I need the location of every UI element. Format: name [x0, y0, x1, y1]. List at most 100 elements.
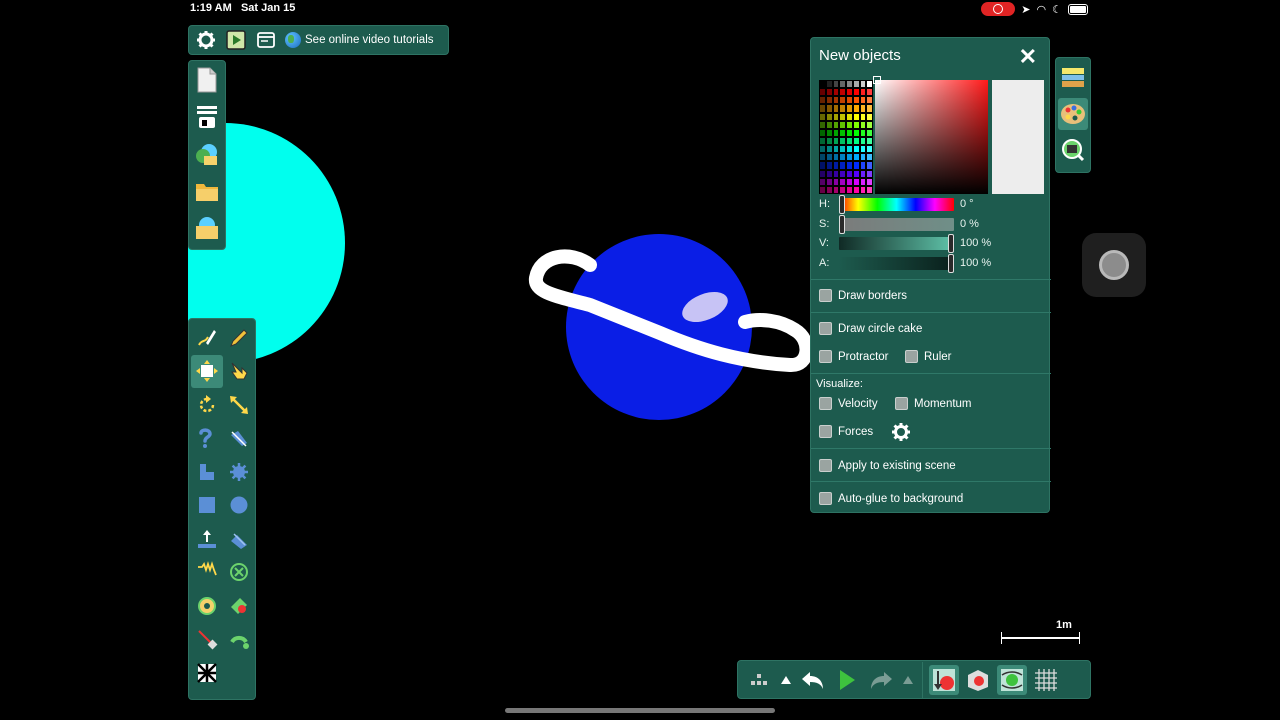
- color-swatch[interactable]: [859, 128, 867, 137]
- forces-checkbox[interactable]: [819, 425, 832, 438]
- color-swatch[interactable]: [839, 128, 846, 137]
- brush-tool-icon[interactable]: [223, 522, 255, 556]
- color-swatch[interactable]: [819, 136, 826, 146]
- color-swatch[interactable]: [846, 88, 853, 97]
- draw-circle-cake-checkbox[interactable]: [819, 322, 832, 335]
- color-swatch[interactable]: [832, 80, 840, 89]
- color-swatch[interactable]: [839, 112, 846, 121]
- pencil-tool-icon[interactable]: [223, 321, 255, 355]
- fixate-tool-icon[interactable]: [223, 556, 255, 590]
- value-slider[interactable]: [839, 233, 954, 253]
- color-swatch[interactable]: [859, 177, 867, 186]
- play-scene-icon[interactable]: [225, 29, 247, 51]
- color-swatch[interactable]: [846, 120, 853, 129]
- apply-existing-checkbox[interactable]: [819, 459, 832, 472]
- box-tool-icon[interactable]: [191, 489, 223, 523]
- color-swatch[interactable]: [846, 128, 853, 137]
- color-swatch[interactable]: [846, 161, 853, 170]
- color-swatch[interactable]: [846, 185, 853, 194]
- redo-icon[interactable]: [866, 665, 896, 695]
- circle-tool-icon[interactable]: [223, 489, 255, 523]
- color-swatch[interactable]: [825, 80, 833, 89]
- color-swatch[interactable]: [852, 169, 860, 178]
- color-swatch[interactable]: [852, 145, 860, 154]
- close-icon[interactable]: ✕: [1019, 44, 1037, 70]
- protractor-label[interactable]: Protractor: [838, 351, 889, 363]
- color-swatch[interactable]: [866, 104, 873, 113]
- color-swatch[interactable]: [859, 153, 867, 162]
- ruler-label[interactable]: Ruler: [924, 351, 951, 363]
- plane-tool-icon[interactable]: [191, 522, 223, 556]
- color-swatch[interactable]: [819, 185, 826, 194]
- color-swatch[interactable]: [866, 169, 873, 178]
- gravity-icon[interactable]: [929, 664, 959, 695]
- gear-tool-icon[interactable]: [223, 455, 255, 489]
- saturation-slider[interactable]: [839, 214, 954, 234]
- color-swatch-grid[interactable]: [819, 80, 873, 194]
- grid-icon[interactable]: [1031, 665, 1061, 695]
- auto-glue-checkbox[interactable]: [819, 492, 832, 505]
- color-swatch[interactable]: [825, 185, 833, 194]
- color-swatch[interactable]: [825, 145, 833, 154]
- value-thumb[interactable]: [948, 233, 954, 253]
- color-swatch[interactable]: [839, 80, 846, 89]
- screen-recording-icon[interactable]: [981, 2, 1016, 16]
- color-swatch[interactable]: [819, 177, 826, 186]
- color-swatch[interactable]: [866, 120, 873, 129]
- momentum-checkbox[interactable]: [895, 397, 908, 410]
- color-swatch[interactable]: [825, 177, 833, 186]
- color-swatch[interactable]: [846, 80, 853, 89]
- grid-dots-icon[interactable]: [744, 665, 774, 695]
- color-swatch[interactable]: [832, 145, 840, 154]
- undo-icon[interactable]: [798, 665, 828, 695]
- hue-thumb[interactable]: [839, 194, 845, 214]
- scale-tool-icon[interactable]: [223, 388, 255, 422]
- color-swatch[interactable]: [825, 169, 833, 178]
- open-folder-icon[interactable]: [192, 176, 222, 206]
- color-swatch[interactable]: [832, 104, 840, 113]
- color-swatch[interactable]: [819, 153, 826, 162]
- spring-tool-icon[interactable]: [191, 556, 223, 590]
- draw-borders-checkbox[interactable]: [819, 289, 832, 302]
- color-swatch[interactable]: [859, 185, 867, 194]
- color-swatch[interactable]: [825, 104, 833, 113]
- color-swatch[interactable]: [832, 153, 840, 162]
- color-swatch[interactable]: [859, 104, 867, 113]
- color-swatch[interactable]: [832, 169, 840, 178]
- color-swatch[interactable]: [859, 161, 867, 170]
- color-swatch[interactable]: [846, 169, 853, 178]
- color-swatch[interactable]: [866, 128, 873, 137]
- rotate-tool-icon[interactable]: [191, 388, 223, 422]
- ruler-checkbox[interactable]: [905, 350, 918, 363]
- color-swatch[interactable]: [839, 169, 846, 178]
- color-swatch[interactable]: [859, 88, 867, 97]
- color-swatch[interactable]: [846, 112, 853, 121]
- home-indicator[interactable]: [505, 708, 775, 713]
- hue-slider[interactable]: [839, 194, 954, 214]
- color-swatch[interactable]: [866, 145, 873, 154]
- color-swatch[interactable]: [866, 80, 873, 89]
- saturation-value-picker[interactable]: [873, 76, 988, 194]
- color-swatch[interactable]: [839, 104, 846, 113]
- move-tool-icon[interactable]: [191, 354, 223, 388]
- color-swatch[interactable]: [819, 169, 826, 178]
- color-swatch[interactable]: [866, 136, 873, 146]
- laser-tool-icon[interactable]: [191, 623, 223, 657]
- color-swatch[interactable]: [839, 161, 846, 170]
- hinge-tool-icon[interactable]: [191, 589, 223, 623]
- color-swatch[interactable]: [819, 120, 826, 129]
- color-swatch[interactable]: [825, 88, 833, 97]
- video-tutorials-link[interactable]: See online video tutorials: [285, 32, 434, 48]
- open-scenes-list-icon[interactable]: [192, 102, 222, 132]
- momentum-label[interactable]: Momentum: [914, 398, 972, 410]
- color-swatch[interactable]: [825, 120, 833, 129]
- color-swatch[interactable]: [846, 145, 853, 154]
- color-swatch[interactable]: [859, 145, 867, 154]
- texture-tool-icon[interactable]: [191, 656, 223, 690]
- color-swatch[interactable]: [839, 153, 846, 162]
- collapse-up-icon[interactable]: [778, 665, 794, 695]
- color-swatch[interactable]: [819, 104, 826, 113]
- color-swatch[interactable]: [832, 120, 840, 129]
- zoom-icon[interactable]: [1058, 134, 1088, 166]
- alpha-thumb[interactable]: [948, 253, 954, 273]
